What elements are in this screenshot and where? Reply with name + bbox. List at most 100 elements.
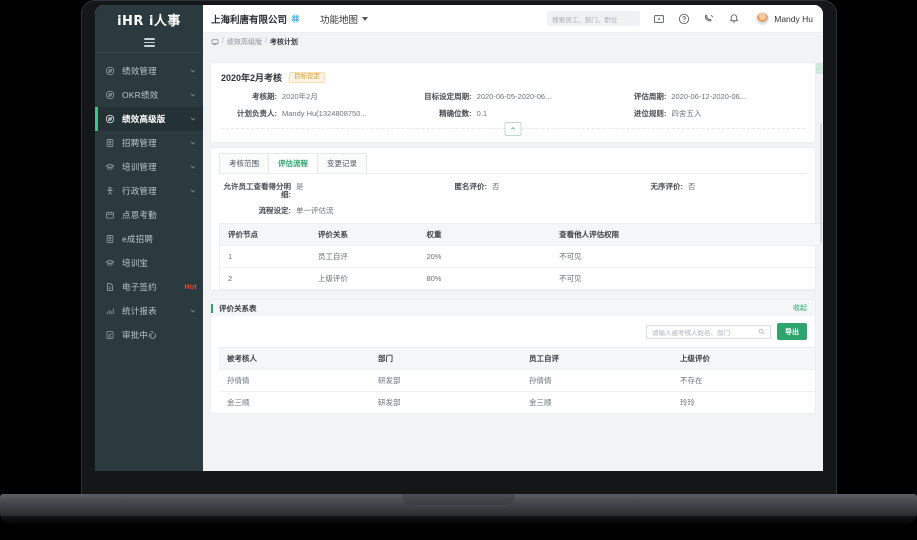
content-scrollbar[interactable] (820, 123, 822, 243)
cell-department: 研发部 (370, 391, 521, 414)
bar-chart-icon (104, 305, 116, 317)
field-rounding-rule: 进位规则: 四舍五入 (610, 109, 805, 119)
function-map-label: 功能地图 (320, 14, 359, 26)
sidebar-item-okr[interactable]: OKR绩效 (95, 83, 203, 107)
field-unordered-evaluation: 无序评价: 否 (611, 182, 807, 200)
field-precision: 精确位数: 0.1 (416, 109, 611, 119)
laptop-base-shadow (0, 516, 917, 540)
col-relation: 评价关系 (309, 223, 419, 246)
avatar[interactable] (756, 12, 770, 25)
collapse-relation-link[interactable]: 收起 (793, 303, 807, 313)
chevron-down-icon (189, 67, 197, 75)
chevron-down-icon (189, 139, 197, 147)
field-goal-setting-period: 目标设定周期: 2020-06-05-2020-06... (416, 92, 611, 101)
chevron-down-icon (189, 91, 197, 99)
hamburger-icon (143, 36, 155, 48)
content-area: 展开全屏 2020年2月考核 目标设定 考核期: 2020年2月 (203, 63, 823, 471)
top-bar: 上海利唐有限公司 功能地图 搜索员工、部门、职位 Mandy Hu (203, 5, 823, 33)
breadcrumb-separator: / (222, 38, 224, 45)
sidebar-collapse-toggle[interactable] (95, 33, 203, 53)
cell-assessee: 金三顺 (219, 391, 370, 414)
content-fade-overlay (203, 428, 823, 471)
field-evaluation-period: 评估周期: 2020-06-12-2020-06... (610, 92, 805, 101)
screen: iHR i人事 绩效管理 OKR绩效 绩效高级版 招聘管理 培训管理 行政管理 … (95, 5, 823, 471)
table-row: 金三顺 研发部 金三顺 玲玲 (219, 391, 815, 414)
breadcrumb-item-performance-advanced[interactable]: 绩效高级版 (227, 37, 262, 47)
cell-node: 1 (219, 245, 310, 268)
sidebar-item-performance-advanced[interactable]: 绩效高级版 (95, 107, 203, 131)
search-input[interactable]: 搜索员工、部门、职位 (547, 11, 641, 26)
tab-list: 考核范围 评估流程 变更记录 (211, 148, 815, 173)
sidebar-item-approval-center[interactable]: 审批中心 (95, 323, 203, 347)
cell-relation: 上级评价 (309, 267, 419, 290)
tab-evaluation-flow[interactable]: 评估流程 (268, 152, 318, 173)
sidebar-item-label: 行政管理 (122, 186, 157, 196)
field-label: 目标设定周期: (424, 92, 472, 101)
screenshot-stage: iHR i人事 绩效管理 OKR绩效 绩效高级版 招聘管理 培训管理 行政管理 … (0, 0, 917, 540)
tab-change-log[interactable]: 变更记录 (317, 152, 367, 173)
table-header-row: 被考核人 部门 员工自评 上级评价 (219, 347, 815, 370)
sidebar-item-recruitment-mgmt[interactable]: 招聘管理 (95, 131, 203, 155)
field-anonymous-evaluation: 匿名评价: 否 (415, 182, 611, 200)
sidebar-item-training-mgmt[interactable]: 培训管理 (95, 155, 203, 179)
field-label: 精确位数: (439, 109, 472, 119)
tab-assessment-scope[interactable]: 考核范围 (219, 152, 269, 173)
page-title: 2020年2月考核 (221, 73, 283, 83)
sidebar-item-training-treasure[interactable]: 培训宝 (95, 251, 203, 275)
main-area: 上海利唐有限公司 功能地图 搜索员工、部门、职位 Mandy Hu / 绩效高级… (203, 5, 823, 471)
chevron-down-icon (189, 163, 197, 171)
field-value: Mandy Hu(1324808750... (282, 110, 367, 119)
field-value: 四舍五入 (671, 110, 702, 119)
breadcrumb-separator: / (264, 38, 267, 45)
chevron-down-icon (189, 307, 197, 315)
sidebar-item-e-signing[interactable]: 电子签约 Hot (95, 275, 203, 299)
field-label: 考核期: (252, 92, 277, 101)
cell-view-permission: 不可见 (551, 267, 823, 290)
field-label: 计划负责人: (237, 109, 277, 119)
sidebar-item-label: 招聘管理 (122, 138, 157, 148)
summary-title-row: 2020年2月考核 目标设定 (221, 71, 805, 84)
bell-icon[interactable] (728, 13, 740, 25)
chevron-up-icon (510, 127, 516, 130)
col-node: 评价节点 (219, 223, 310, 246)
cell-weight: 20% (418, 245, 552, 268)
sidebar-item-attendance[interactable]: 点恩考勤 (95, 203, 203, 227)
cell-self-evaluation: 金三顺 (521, 391, 672, 414)
relation-toolbar: 请输入被考核人姓名、部门 导出 (211, 316, 815, 347)
export-button[interactable]: 导出 (777, 323, 807, 341)
collapse-summary-button[interactable] (504, 121, 522, 136)
function-map-dropdown[interactable]: 功能地图 (320, 12, 369, 26)
help-icon[interactable] (678, 13, 690, 25)
app-logo-text: iHR i人事 (117, 13, 181, 29)
username-label[interactable]: Mandy Hu (774, 14, 813, 24)
sidebar: iHR i人事 绩效管理 OKR绩效 绩效高级版 招聘管理 培训管理 行政管理 … (95, 5, 203, 471)
company-name: 上海利唐有限公司 (211, 14, 288, 26)
field-assessment-period: 考核期: 2020年2月 (221, 92, 416, 101)
globe-icon[interactable] (291, 14, 300, 23)
target-icon (104, 89, 116, 101)
relation-search-input[interactable]: 请输入被考核人姓名、部门 (646, 324, 771, 339)
document-sign-icon (104, 281, 116, 293)
assessment-summary-card: 2020年2月考核 目标设定 考核期: 2020年2月 目标设定周期: 2020… (211, 63, 815, 142)
evaluation-node-table: 评价节点 评价关系 权重 查看他人评估权限 1 员工自评 20% 不可见 2 上… (219, 223, 823, 291)
sidebar-item-admin-mgmt[interactable]: 行政管理 (95, 179, 203, 203)
chevron-down-icon (189, 187, 197, 195)
sidebar-item-reports[interactable]: 统计报表 (95, 299, 203, 323)
field-label: 进位规则: (633, 109, 667, 119)
table-row: 1 员工自评 20% 不可见 (219, 245, 823, 268)
sidebar-item-echeng-recruit[interactable]: e成招聘 (95, 227, 203, 251)
search-icon (758, 328, 765, 335)
home-icon[interactable] (211, 38, 219, 46)
sidebar-item-performance-mgmt[interactable]: 绩效管理 (95, 59, 203, 83)
screen-share-icon[interactable] (653, 13, 665, 25)
phone-icon[interactable] (703, 13, 715, 25)
graduation-icon (104, 257, 116, 269)
relation-table: 被考核人 部门 员工自评 上级评价 孙倩倩 研发部 孙倩倩 不存在 金三顺 研发… (219, 347, 815, 414)
field-value: 2020-06-12-2020-06... (671, 93, 746, 101)
table-row: 孙倩倩 研发部 孙倩倩 不存在 (219, 369, 815, 392)
col-supervisor-evaluation: 上级评价 (672, 347, 815, 370)
col-self-evaluation: 员工自评 (521, 347, 672, 370)
sidebar-nav: 绩效管理 OKR绩效 绩效高级版 招聘管理 培训管理 行政管理 点恩考勤 e成招… (95, 53, 203, 347)
app-logo[interactable]: iHR i人事 (95, 5, 203, 33)
approval-icon (104, 329, 116, 341)
